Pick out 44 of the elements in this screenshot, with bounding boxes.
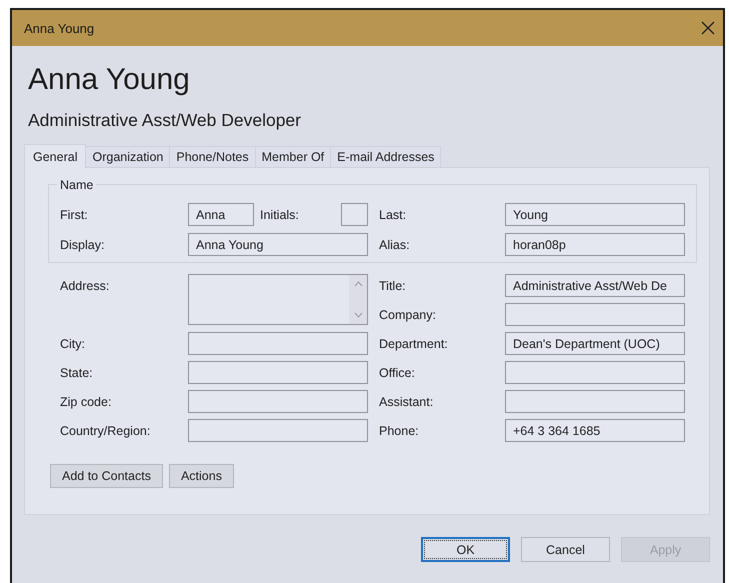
field-label: Last:	[379, 208, 406, 222]
text-field[interactable]	[188, 390, 368, 413]
text-field[interactable]: horan08p	[505, 233, 685, 256]
panel-button[interactable]: Add to Contacts	[50, 464, 163, 488]
text-field[interactable]: Administrative Asst/Web De	[505, 274, 685, 297]
field-label: Phone:	[379, 424, 419, 438]
dialog-button[interactable]: OK	[421, 537, 510, 562]
field-label: City:	[60, 336, 85, 350]
tab[interactable]: Organization	[85, 146, 170, 167]
field-label: Company:	[379, 308, 436, 322]
close-icon[interactable]	[701, 21, 715, 35]
field-label: Office:	[379, 366, 415, 380]
text-field[interactable]	[505, 303, 685, 326]
field-label: Assistant:	[379, 394, 434, 408]
group-legend: Name	[57, 178, 96, 192]
text-field[interactable]	[505, 390, 685, 413]
tab[interactable]: E-mail Addresses	[330, 146, 442, 167]
text-area[interactable]	[188, 274, 368, 325]
text-field[interactable]: Dean's Department (UOC)	[505, 332, 685, 355]
field-label: First:	[60, 208, 88, 222]
text-field[interactable]: +64 3 364 1685	[505, 419, 685, 442]
window-title: Anna Young	[24, 20, 94, 36]
field-label: Zip code:	[60, 394, 112, 408]
tab[interactable]: General	[24, 144, 86, 168]
field-label: Initials:	[260, 208, 299, 222]
text-field[interactable]	[188, 361, 368, 384]
field-label: Address:	[60, 278, 110, 292]
field-label: Alias:	[379, 238, 410, 252]
field-label: Title:	[379, 278, 406, 292]
field-label: Country/Region:	[60, 424, 150, 438]
text-field[interactable]: Young	[505, 203, 685, 226]
text-field[interactable]: Anna Young	[188, 233, 368, 256]
text-field[interactable]	[188, 419, 368, 442]
text-field[interactable]	[341, 203, 368, 226]
dialog-button[interactable]: Cancel	[521, 537, 610, 562]
text-field[interactable]	[188, 332, 368, 355]
text-field[interactable]	[505, 361, 685, 384]
field-label: Department:	[379, 336, 448, 350]
text-field[interactable]: Anna	[188, 203, 254, 226]
field-label: State:	[60, 366, 93, 380]
field-label: Display:	[60, 238, 104, 252]
contact-title: Administrative Asst/Web Developer	[27, 109, 301, 131]
contact-name: Anna Young	[27, 62, 190, 98]
panel-button[interactable]: Actions	[168, 464, 234, 488]
